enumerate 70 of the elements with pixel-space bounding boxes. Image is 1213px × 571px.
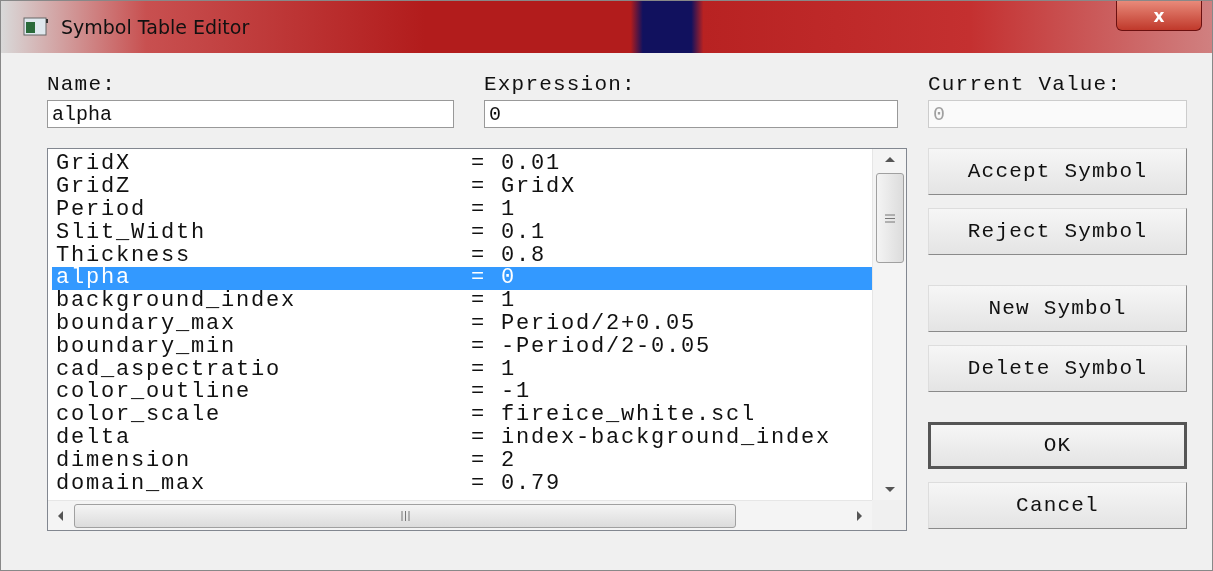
scrollbar-corner: [872, 500, 906, 530]
list-row[interactable]: delta = index-background_index: [52, 426, 872, 450]
symbol-name: boundary_min: [56, 335, 238, 358]
symbol-name: GridZ: [56, 176, 131, 199]
dialog-button[interactable]: Accept Symbol: [928, 148, 1187, 195]
symbol-value: = 1: [471, 290, 516, 313]
field-label: Expression:: [484, 73, 637, 96]
list-row[interactable]: color_scale = fireice_white.scl: [52, 403, 872, 427]
symbol-name: delta: [56, 426, 132, 449]
symbol-value: = -Period/2-0.05: [471, 335, 713, 358]
symbol-value: = 0.1: [471, 221, 547, 244]
scroll-up-icon[interactable]: [883, 155, 896, 163]
list-row[interactable]: boundary_max = Period/2+0.05: [52, 312, 872, 336]
field-label: Name:: [47, 73, 117, 96]
symbol-value: = 0.01: [471, 153, 561, 176]
symbol-name: boundary_max: [56, 312, 237, 335]
text-field[interactable]: alpha: [47, 100, 454, 128]
dialog-button[interactable]: New Symbol: [928, 285, 1187, 332]
grip-icon: [400, 510, 410, 521]
symbol-name: GridX: [56, 153, 132, 176]
dialog-button[interactable]: Reject Symbol: [928, 208, 1187, 255]
text-field[interactable]: 0: [484, 100, 898, 128]
list-row[interactable]: dimension = 2: [52, 449, 872, 473]
symbol-value: = -1: [471, 381, 531, 404]
symbol-value: = 2: [471, 449, 516, 472]
list-row[interactable]: background_index = 1: [52, 289, 872, 313]
list-row[interactable]: Thickness = 0.8: [52, 244, 872, 267]
list-row[interactable]: GridZ = GridX: [52, 175, 872, 199]
symbol-name: color_outline: [56, 381, 252, 404]
scroll-left-icon[interactable]: [56, 509, 64, 522]
field-label: Current Value:: [928, 73, 1123, 96]
symbol-list[interactable]: [47, 148, 907, 531]
close-button[interactable]: x: [1116, 1, 1202, 31]
list-row[interactable]: Period = 1: [52, 198, 872, 222]
list-row[interactable]: color_outline = -1: [52, 380, 872, 404]
symbol-name: domain_max: [56, 472, 208, 495]
dialog-button[interactable]: Delete Symbol: [928, 345, 1187, 392]
list-row[interactable]: cad_aspectratio = 1: [52, 358, 872, 381]
dialog-button[interactable]: Cancel: [928, 482, 1187, 529]
symbol-value: = 0: [471, 267, 517, 290]
symbol-value: = index-background_index: [471, 426, 833, 449]
symbol-name: Period: [56, 199, 147, 221]
grip-icon: [884, 213, 895, 223]
symbol-value: = Period/2+0.05: [471, 312, 698, 335]
list-row[interactable]: Slit_Width = 0.1: [52, 221, 872, 245]
symbol-name: background_index: [56, 290, 298, 313]
symbol-value: = fireice_white.scl: [471, 404, 757, 427]
symbol-value: = 0.79: [471, 472, 562, 495]
symbol-name: color_scale: [56, 404, 223, 427]
symbol-value: = 0.8: [471, 244, 547, 267]
symbol-name: Thickness: [56, 244, 193, 267]
symbol-name: cad_aspectratio: [56, 358, 283, 381]
horizontal-scrollbar[interactable]: [48, 500, 872, 530]
list-row[interactable]: domain_max = 0.79: [52, 472, 872, 495]
list-row[interactable]: GridX = 0.01: [52, 153, 872, 176]
app-icon: [23, 17, 49, 37]
symbol-value: = GridX: [471, 176, 577, 199]
dialog-button[interactable]: OK: [928, 422, 1187, 469]
scroll-thumb[interactable]: [875, 173, 904, 263]
symbol-value: = 1: [471, 358, 517, 381]
window-title: Symbol Table Editor: [61, 16, 251, 38]
list-row[interactable]: boundary_min = -Period/2-0.05: [52, 335, 872, 359]
scroll-down-icon[interactable]: [883, 486, 896, 494]
symbol-name: dimension: [56, 449, 193, 472]
symbol-name: alpha: [56, 267, 131, 290]
symbol-name: Slit_Width: [56, 221, 208, 244]
scroll-right-icon[interactable]: [856, 509, 864, 522]
vertical-scrollbar[interactable]: [872, 149, 906, 500]
symbol-value: = 1: [471, 199, 517, 221]
scroll-thumb[interactable]: [74, 503, 736, 528]
